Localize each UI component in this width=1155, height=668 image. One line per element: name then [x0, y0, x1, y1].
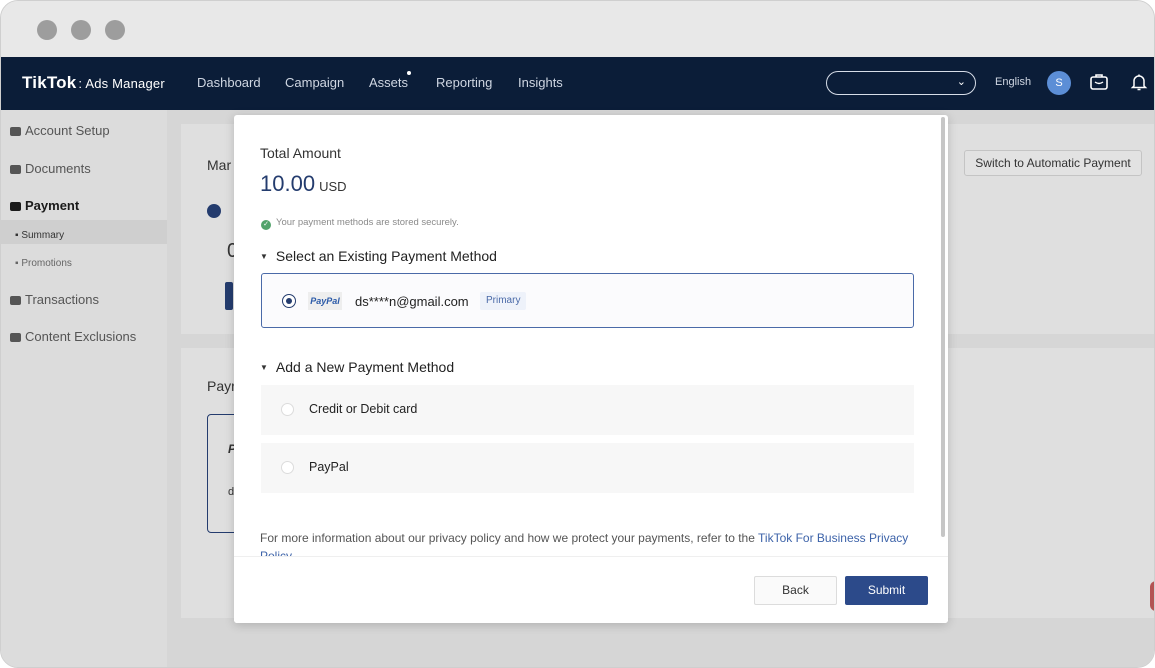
language-switch[interactable]: English — [995, 76, 1031, 88]
submit-button[interactable]: Submit — [845, 576, 928, 605]
nav-dashboard[interactable]: Dashboard — [197, 75, 261, 90]
documents-icon — [10, 165, 21, 174]
browser-window: TikTok: Ads Manager Dashboard Campaign A… — [0, 0, 1155, 668]
switch-automatic-payment-button[interactable]: Switch to Automatic Payment — [964, 150, 1142, 176]
sidebar-label: Content Exclusions — [25, 329, 137, 344]
avatar[interactable]: S — [1047, 71, 1071, 95]
option-label: PayPal — [309, 460, 349, 474]
credit-card-radio[interactable] — [281, 403, 294, 416]
section-title-text: Select an Existing Payment Method — [275, 248, 497, 264]
paypal-email: ds****n@gmail.com — [355, 294, 469, 309]
option-label: Credit or Debit card — [309, 402, 418, 416]
window-minimize-dot[interactable] — [71, 20, 91, 40]
sidebar-item-payment[interactable]: Payment — [10, 198, 79, 213]
window-close-dot[interactable] — [37, 20, 57, 40]
nav-assets[interactable]: Assets — [369, 75, 408, 90]
modal-scrollbar[interactable] — [941, 117, 945, 537]
brand-logo[interactable]: TikTok: Ads Manager — [22, 73, 165, 93]
back-button[interactable]: Back — [754, 576, 837, 605]
bell-icon[interactable] — [1126, 69, 1152, 95]
shield-icon — [10, 333, 21, 342]
sidebar-label: Promotions — [21, 258, 72, 269]
privacy-note: For more information about our privacy p… — [260, 529, 910, 557]
amount-number: 10.00 — [260, 171, 316, 196]
account-setup-icon — [10, 127, 21, 136]
payment-radio-selected[interactable] — [282, 294, 296, 308]
sidebar-item-documents[interactable]: Documents — [10, 161, 91, 176]
wallet-icon — [10, 202, 21, 211]
new-method-section-title[interactable]: ▼ Add a New Payment Method — [260, 359, 454, 375]
option-paypal[interactable]: PayPal — [261, 443, 914, 493]
page-title: Mar — [207, 157, 232, 173]
payment-heading: Payr — [207, 378, 236, 394]
sidebar-label: Transactions — [25, 292, 99, 307]
paypal-logo: PayPal — [308, 292, 342, 310]
payment-modal: Total Amount 10.00 USD ✓ Your payment meth… — [234, 115, 948, 623]
existing-method-section-title[interactable]: ▼ Select an Existing Payment Method — [260, 248, 497, 264]
sidebar-label: Documents — [25, 161, 91, 176]
sidebar-label: Payment — [25, 198, 80, 213]
top-navbar: TikTok: Ads Manager Dashboard Campaign A… — [1, 57, 1154, 110]
sidebar-item-account-setup[interactable]: Account Setup — [10, 123, 110, 138]
help-bubble[interactable] — [1150, 581, 1154, 611]
sidebar: Account Setup Documents Payment ▪ Summar… — [1, 110, 167, 667]
total-amount-value: 10.00 USD — [260, 171, 347, 197]
chevron-down-icon: ⌄ — [956, 76, 966, 88]
sidebar-label: Summary — [21, 230, 65, 241]
existing-payment-method[interactable]: PayPal ds****n@gmail.com Primary — [261, 273, 914, 328]
privacy-note-text: For more information about our privacy p… — [260, 531, 759, 545]
nav-reporting[interactable]: Reporting — [436, 75, 492, 90]
option-credit-card[interactable]: Credit or Debit card — [261, 385, 914, 435]
sidebar-subitem-promotions[interactable]: ▪ Promotions — [15, 258, 72, 269]
secure-note-text: Your payment methods are stored securely… — [276, 217, 459, 228]
nav-insights[interactable]: Insights — [518, 75, 563, 90]
caret-down-icon: ▼ — [260, 252, 268, 261]
sidebar-item-transactions[interactable]: Transactions — [10, 292, 99, 307]
window-titlebar — [1, 1, 1154, 57]
brand-product: : Ads Manager — [78, 76, 165, 91]
modal-footer: Back Submit — [234, 556, 948, 623]
brand-name: TikTok — [22, 73, 77, 92]
section-title-text: Add a New Payment Method — [275, 359, 455, 375]
add-funds-button[interactable] — [225, 282, 233, 310]
total-amount-label: Total Amount — [260, 145, 341, 161]
assets-notification-dot — [407, 71, 411, 75]
caret-down-icon: ▼ — [260, 363, 268, 372]
nav-campaign[interactable]: Campaign — [285, 75, 344, 90]
primary-badge: Primary — [480, 292, 527, 310]
account-select[interactable]: ⌄ — [826, 71, 976, 95]
transactions-icon — [10, 296, 21, 305]
amount-currency: USD — [319, 179, 347, 194]
sidebar-subitem-summary[interactable]: ▪ Summary — [15, 230, 64, 241]
check-shield-icon: ✓ — [261, 220, 271, 230]
secure-note: ✓ Your payment methods are stored securel… — [261, 217, 459, 230]
status-icon — [207, 204, 221, 218]
paypal-radio[interactable] — [281, 461, 294, 474]
window-zoom-dot[interactable] — [105, 20, 125, 40]
sidebar-item-content-exclusions[interactable]: Content Exclusions — [10, 329, 136, 344]
sidebar-label: Account Setup — [25, 123, 110, 138]
briefcase-icon[interactable] — [1086, 69, 1112, 95]
